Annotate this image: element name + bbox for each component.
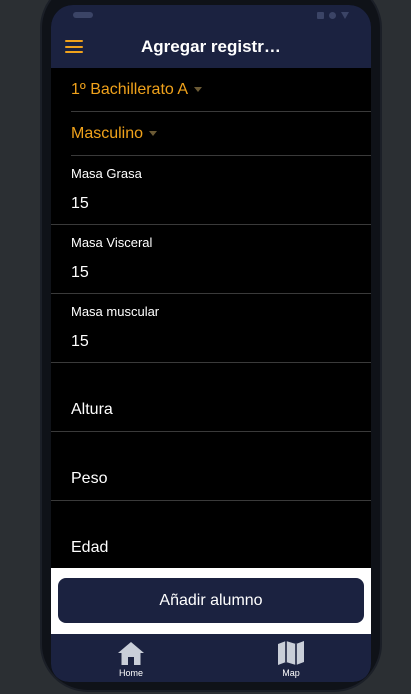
chevron-down-icon [149, 131, 158, 136]
field-value[interactable]: 15 [71, 264, 89, 282]
group-select[interactable]: 1º Bachillerato A [71, 68, 371, 112]
peso-field[interactable]: Peso [51, 432, 371, 501]
edad-field[interactable]: Edad [51, 501, 371, 570]
chevron-down-icon [194, 87, 203, 92]
masa-grasa-field[interactable]: Masa Grasa 15 [51, 156, 371, 225]
field-label: Masa Visceral [71, 235, 153, 250]
field-label: Masa Grasa [71, 166, 142, 181]
masa-visceral-field[interactable]: Masa Visceral 15 [51, 225, 371, 294]
gender-select-value: Masculino [71, 124, 144, 142]
group-select-value: 1º Bachillerato A [71, 80, 189, 98]
tab-map-label: Map [282, 668, 300, 678]
tab-home-label: Home [118, 668, 143, 678]
masa-muscular-field[interactable]: Masa muscular 15 [51, 294, 371, 363]
app-bar: Agregar registr… [51, 25, 371, 68]
action-area: Añadir alumno [51, 568, 371, 634]
status-pill [73, 12, 93, 18]
altura-field[interactable]: Altura [51, 363, 371, 432]
phone-screen: Agregar registr… 1º Bachillerato A Mascu… [51, 5, 371, 682]
form: 1º Bachillerato A Masculino Masa Grasa 1… [51, 68, 371, 570]
page-title: Agregar registr… [141, 37, 281, 56]
field-placeholder: Peso [71, 470, 108, 487]
home-icon [118, 642, 144, 665]
field-value[interactable]: 15 [71, 195, 89, 213]
status-bar [51, 5, 371, 25]
tab-home[interactable]: Home [51, 634, 211, 682]
map-icon [278, 641, 304, 665]
add-student-button[interactable]: Añadir alumno [58, 578, 364, 623]
field-placeholder: Edad [71, 539, 109, 556]
signal-icon [329, 11, 336, 19]
battery-icon [317, 11, 324, 19]
field-placeholder: Altura [71, 401, 113, 418]
wifi-icon [341, 11, 349, 19]
bottom-tab-bar: Home Map [51, 634, 371, 682]
tab-map[interactable]: Map [211, 634, 371, 682]
gender-select[interactable]: Masculino [71, 112, 371, 156]
field-label: Masa muscular [71, 304, 160, 319]
menu-icon[interactable] [65, 40, 83, 53]
field-value[interactable]: 15 [71, 333, 89, 351]
status-icons [317, 11, 349, 19]
